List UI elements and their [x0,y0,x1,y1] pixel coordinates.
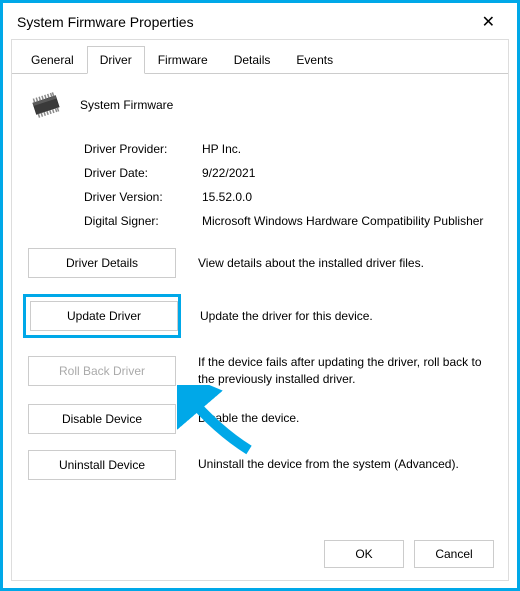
version-value: 15.52.0.0 [202,190,492,204]
cancel-button[interactable]: Cancel [414,540,494,568]
provider-value: HP Inc. [202,142,492,156]
driver-info: Driver Provider: HP Inc. Driver Date: 9/… [84,142,492,228]
driver-details-desc: View details about the installed driver … [198,255,424,272]
update-driver-highlight: Update Driver [23,294,181,338]
tab-details[interactable]: Details [221,46,284,73]
date-label: Driver Date: [84,166,202,180]
tab-driver[interactable]: Driver [87,46,145,74]
signer-value: Microsoft Windows Hardware Compatibility… [202,214,492,228]
tab-firmware[interactable]: Firmware [145,46,221,73]
titlebar: System Firmware Properties ✕ [3,3,517,37]
device-name: System Firmware [80,98,173,112]
disable-device-desc: Disable the device. [198,410,299,427]
version-label: Driver Version: [84,190,202,204]
tab-strip: General Driver Firmware Details Events [12,40,508,74]
device-header: System Firmware [28,92,492,118]
rollback-driver-button: Roll Back Driver [28,356,176,386]
action-row: Update Driver Update the driver for this… [28,294,492,338]
tab-events[interactable]: Events [283,46,346,73]
close-icon[interactable]: ✕ [474,10,503,34]
window-frame: System Firmware Properties ✕ General Dri… [0,0,520,591]
disable-device-button[interactable]: Disable Device [28,404,176,434]
chip-icon [28,92,64,118]
date-value: 9/22/2021 [202,166,492,180]
tab-content: System Firmware Driver Provider: HP Inc.… [12,74,508,514]
uninstall-device-button[interactable]: Uninstall Device [28,450,176,480]
info-row: Digital Signer: Microsoft Windows Hardwa… [84,214,492,228]
info-row: Driver Version: 15.52.0.0 [84,190,492,204]
info-row: Driver Date: 9/22/2021 [84,166,492,180]
provider-label: Driver Provider: [84,142,202,156]
dialog-body: General Driver Firmware Details Events [11,39,509,581]
window-title: System Firmware Properties [17,14,194,30]
update-driver-button[interactable]: Update Driver [30,301,178,331]
signer-label: Digital Signer: [84,214,202,228]
ok-button[interactable]: OK [324,540,404,568]
dialog-buttons: OK Cancel [324,540,494,568]
driver-details-button[interactable]: Driver Details [28,248,176,278]
action-row: Driver Details View details about the in… [28,248,492,278]
action-row: Disable Device Disable the device. [28,404,492,434]
action-row: Uninstall Device Uninstall the device fr… [28,450,492,480]
action-row: Roll Back Driver If the device fails aft… [28,354,492,388]
uninstall-device-desc: Uninstall the device from the system (Ad… [198,456,459,473]
rollback-driver-desc: If the device fails after updating the d… [198,354,492,388]
info-row: Driver Provider: HP Inc. [84,142,492,156]
update-driver-desc: Update the driver for this device. [200,308,373,325]
tab-general[interactable]: General [18,46,87,73]
